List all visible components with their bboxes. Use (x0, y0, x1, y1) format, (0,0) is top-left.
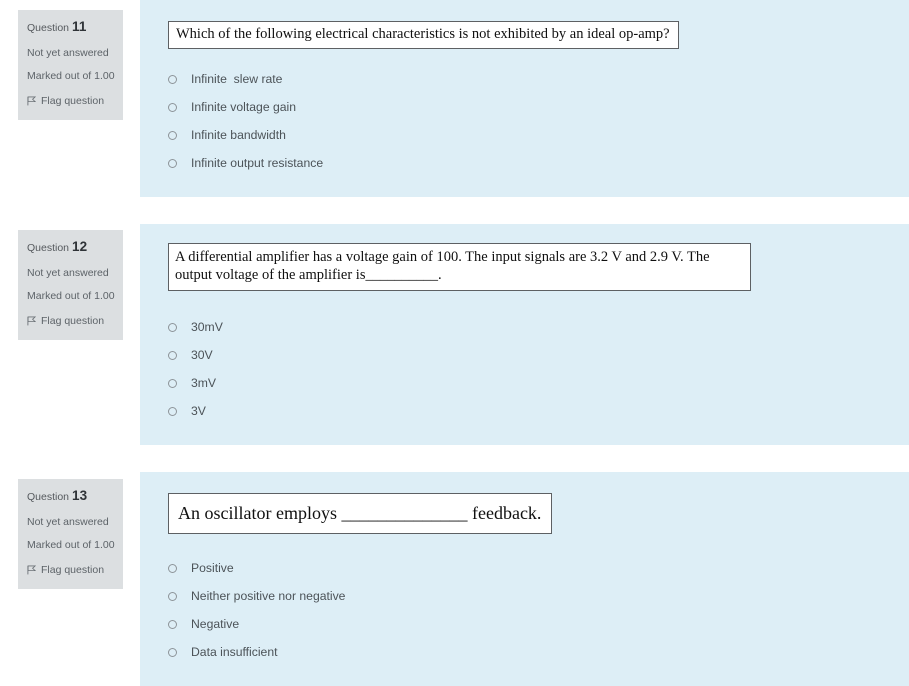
option-row[interactable]: Neither positive nor negative (140, 582, 909, 610)
answer-panel: A differential amplifier has a voltage g… (140, 224, 909, 445)
option-row[interactable]: Positive (140, 554, 909, 582)
question-number-line: Question 13 (27, 488, 115, 506)
option-label: Negative (191, 617, 240, 631)
question-number-label: Question (27, 22, 70, 34)
radio-icon[interactable] (168, 158, 177, 168)
options-list: Infinite slew rate Infinite voltage gain… (140, 65, 909, 177)
option-label: 3V (191, 404, 206, 418)
radio-icon[interactable] (168, 322, 177, 332)
question-stem-box: An oscillator employs ______________ fee… (168, 493, 553, 534)
option-row[interactable]: Infinite output resistance (140, 149, 909, 177)
option-label: Neither positive nor negative (191, 589, 346, 603)
question-stem-text: A differential amplifier has a voltage g… (175, 249, 714, 283)
question-block: Question 13 Not yet answered Marked out … (0, 472, 909, 686)
options-list: 30mV 30V 3mV 3V (140, 313, 909, 425)
option-row[interactable]: Data insufficient (140, 638, 909, 666)
question-number-line: Question 12 (27, 239, 115, 257)
radio-icon[interactable] (168, 647, 177, 657)
question-number-value: 11 (71, 19, 87, 34)
option-label: Infinite slew rate (191, 72, 283, 86)
question-number-label: Question (27, 491, 70, 503)
quiz-page: Question 11 Not yet answered Marked out … (0, 0, 909, 686)
radio-icon[interactable] (168, 406, 177, 416)
option-label: Positive (191, 561, 234, 575)
question-marks: Marked out of 1.00 (27, 538, 115, 551)
question-info-panel: Question 12 Not yet answered Marked out … (18, 230, 123, 340)
option-row[interactable]: 30mV (140, 313, 909, 341)
radio-icon[interactable] (168, 74, 177, 84)
question-stem-box: Which of the following electrical charac… (168, 21, 679, 49)
radio-icon[interactable] (168, 102, 177, 112)
flag-question-button[interactable]: Flag question (27, 563, 115, 579)
option-label: 30mV (191, 320, 223, 334)
option-label: Data insufficient (191, 645, 278, 659)
flag-question-label: Flag question (41, 94, 105, 107)
options-list: Positive Neither positive nor negative N… (140, 554, 909, 666)
question-marks: Marked out of 1.00 (27, 69, 115, 82)
question-status: Not yet answered (27, 266, 109, 279)
option-row[interactable]: Infinite slew rate (140, 65, 909, 93)
question-status: Not yet answered (27, 515, 109, 528)
question-stem-text: Which of the following electrical charac… (176, 26, 670, 42)
option-label: Infinite output resistance (191, 156, 324, 170)
option-label: 3mV (191, 376, 217, 390)
question-block: Question 11 Not yet answered Marked out … (0, 0, 909, 197)
question-stem-text: An oscillator employs ______________ fee… (178, 503, 542, 523)
option-label: 30V (191, 348, 213, 362)
radio-icon[interactable] (168, 619, 177, 629)
option-row[interactable]: 3mV (140, 369, 909, 397)
option-label: Infinite bandwidth (191, 128, 286, 142)
option-row[interactable]: 3V (140, 397, 909, 425)
question-info-panel: Question 11 Not yet answered Marked out … (18, 10, 123, 120)
option-row[interactable]: 30V (140, 341, 909, 369)
radio-icon[interactable] (168, 563, 177, 573)
option-row[interactable]: Negative (140, 610, 909, 638)
question-number-value: 13 (71, 488, 88, 503)
flag-icon (27, 316, 37, 326)
question-number-value: 12 (71, 239, 88, 254)
answer-panel: Which of the following electrical charac… (140, 0, 909, 197)
question-stem-box: A differential amplifier has a voltage g… (168, 243, 751, 291)
flag-icon (27, 96, 37, 106)
question-marks: Marked out of 1.00 (27, 289, 115, 302)
question-status: Not yet answered (27, 46, 109, 59)
question-number-label: Question (27, 242, 70, 254)
radio-icon[interactable] (168, 591, 177, 601)
block-separator (0, 445, 909, 472)
radio-icon[interactable] (168, 378, 177, 388)
flag-question-button[interactable]: Flag question (27, 94, 115, 110)
flag-question-label: Flag question (41, 314, 105, 327)
radio-icon[interactable] (168, 350, 177, 360)
question-number-line: Question 11 (27, 19, 115, 37)
flag-icon (27, 565, 37, 575)
answer-panel: An oscillator employs ______________ fee… (140, 472, 909, 686)
question-block: Question 12 Not yet answered Marked out … (0, 224, 909, 445)
block-separator (0, 197, 909, 224)
flag-question-button[interactable]: Flag question (27, 314, 115, 330)
option-label: Infinite voltage gain (191, 100, 297, 114)
question-info-panel: Question 13 Not yet answered Marked out … (18, 479, 123, 589)
option-row[interactable]: Infinite bandwidth (140, 121, 909, 149)
option-row[interactable]: Infinite voltage gain (140, 93, 909, 121)
flag-question-label: Flag question (41, 563, 105, 576)
radio-icon[interactable] (168, 130, 177, 140)
